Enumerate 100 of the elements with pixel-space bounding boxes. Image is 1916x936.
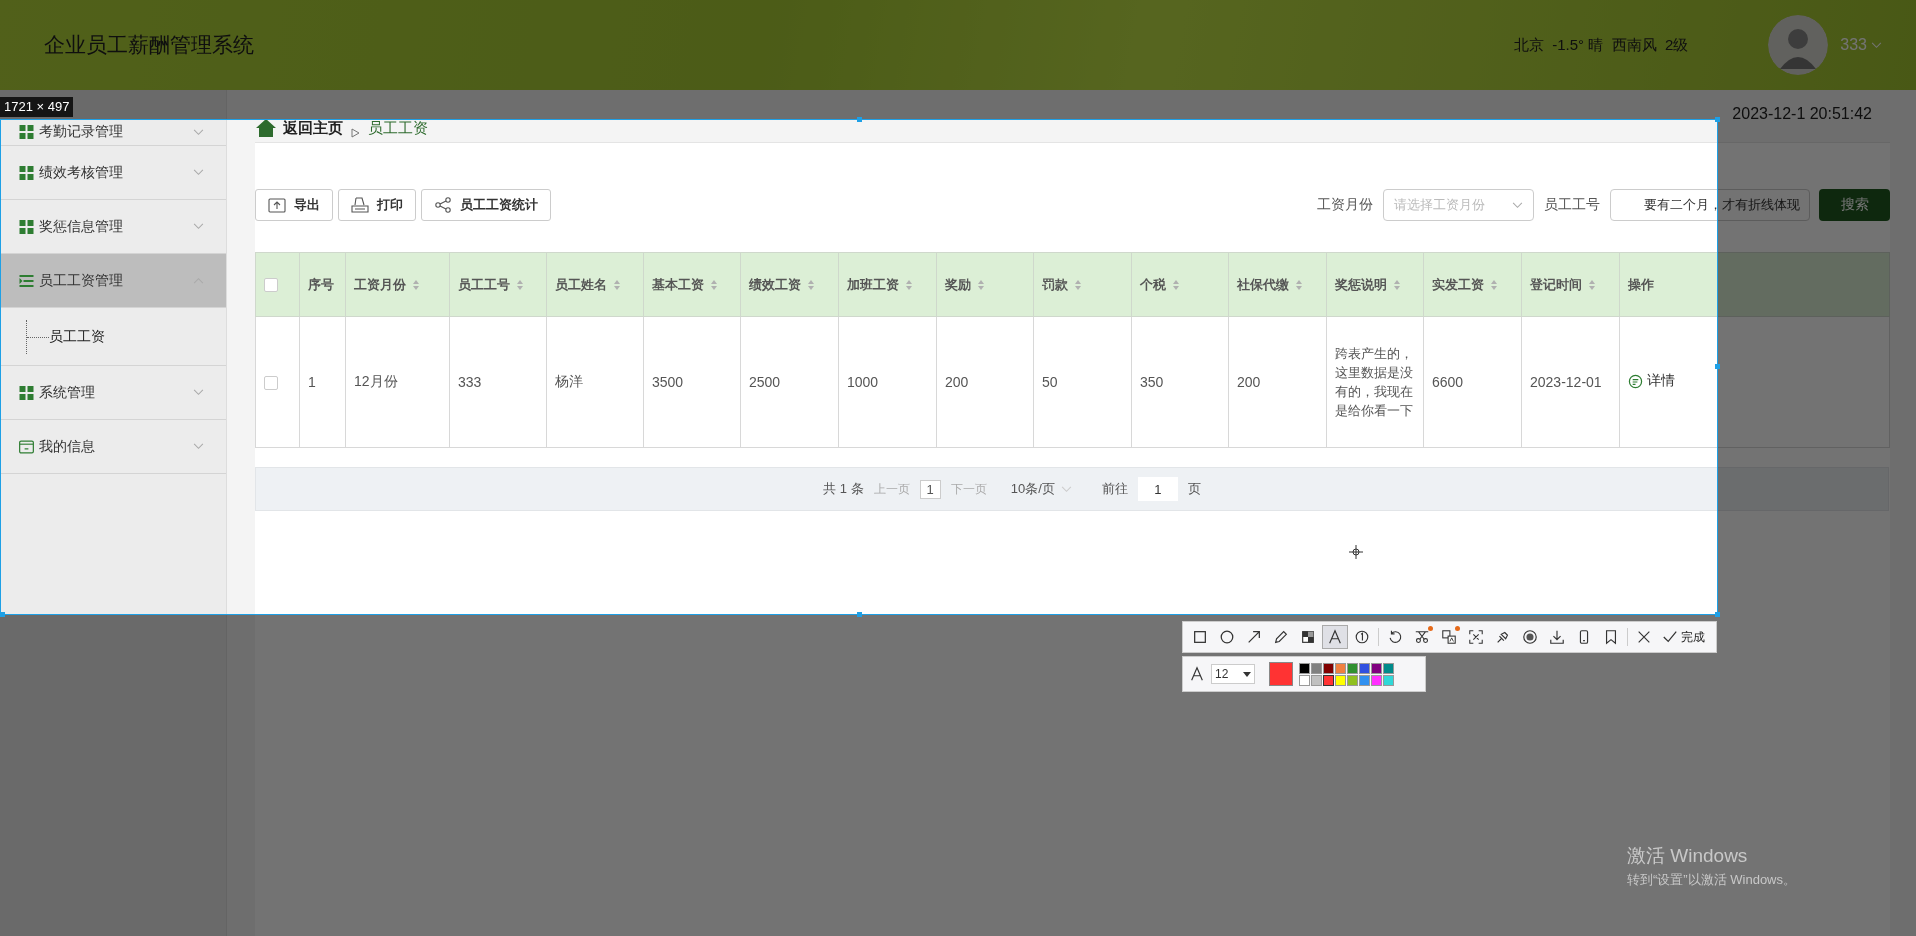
table-cell: 200 (945, 374, 969, 390)
font-size-select[interactable]: 12 (1211, 664, 1255, 684)
color-swatch[interactable] (1311, 662, 1322, 674)
color-swatch[interactable] (1359, 662, 1370, 674)
table-cell: 3500 (652, 374, 684, 390)
resize-handle[interactable] (1715, 364, 1720, 369)
color-swatch[interactable] (1347, 662, 1358, 674)
sort-icon[interactable] (1588, 278, 1596, 291)
employee-id-field[interactable]: 要有二个月，才有折线体现 (1610, 189, 1810, 221)
sidebar-item[interactable]: 考勤记录管理 (0, 119, 226, 146)
grid-icon (19, 125, 34, 139)
current-color-swatch[interactable] (1269, 662, 1293, 686)
avatar[interactable] (1768, 15, 1829, 75)
activation-text: 转到“设置”以激活 Windows。 (1627, 871, 1796, 889)
check-icon (1662, 629, 1678, 645)
scan-icon (1468, 629, 1484, 645)
toolbar-button[interactable]: 员工工资统计 (421, 189, 551, 221)
bookmark-icon (1603, 629, 1619, 645)
color-swatch[interactable] (1299, 674, 1310, 686)
datetime-text: 2023-12-1 20:51:42 (1732, 105, 1872, 123)
sidebar-item[interactable]: 员工工资管理 (0, 254, 226, 308)
close-icon (1636, 629, 1652, 645)
record-icon (1522, 629, 1538, 645)
sort-icon[interactable] (613, 278, 621, 291)
table-cell: 1000 (847, 374, 879, 390)
table-cell: 跨表产生的，这里数据是没有的，我现在是给你看一下 (1335, 346, 1413, 418)
scissors-icon (1414, 629, 1430, 645)
sort-icon[interactable] (905, 278, 913, 291)
toolbar-button[interactable]: 导出 (255, 189, 333, 221)
details-link[interactable]: 详情 (1628, 372, 1675, 391)
app-title: 企业员工薪酬管理系统 (44, 32, 255, 58)
weather-text: 北京 -1.5° 晴 西南风 2级 (1513, 35, 1689, 55)
sort-icon[interactable] (1172, 278, 1180, 291)
checkbox[interactable] (264, 376, 278, 391)
arrow-icon (1246, 629, 1262, 645)
color-swatch[interactable] (1323, 674, 1334, 686)
breadcrumb-link[interactable]: 返回主页 (283, 119, 343, 138)
resize-handle[interactable] (857, 117, 862, 122)
chevron-down-icon (1871, 41, 1882, 49)
sort-icon[interactable] (710, 278, 718, 291)
sort-icon[interactable] (1295, 278, 1303, 291)
grid-icon (19, 165, 34, 180)
color-swatch[interactable] (1383, 674, 1394, 686)
resize-handle[interactable] (857, 612, 862, 617)
table-cell: 2023-12-01 (1530, 374, 1602, 390)
mosaic-icon (1300, 629, 1316, 645)
submenu-item[interactable]: 员工工资 (49, 327, 105, 346)
sidebar-item[interactable]: 绩效考核管理 (0, 146, 226, 200)
filter-label: 员工工号 (1544, 196, 1600, 214)
sort-icon[interactable] (807, 278, 815, 291)
page-unit-label: 页 (1187, 480, 1201, 498)
checkbox[interactable] (264, 278, 278, 293)
table-cell: 350 (1140, 374, 1164, 390)
color-swatch[interactable] (1299, 662, 1310, 674)
page-number[interactable]: 1 (919, 479, 941, 499)
column-header: 序号 (308, 275, 335, 294)
color-swatch[interactable] (1335, 674, 1346, 686)
chevron-down-icon (193, 443, 204, 450)
home-icon[interactable] (255, 118, 277, 138)
color-swatch[interactable] (1359, 674, 1370, 686)
done-button[interactable]: 完成 (1658, 628, 1709, 646)
color-swatch[interactable] (1347, 674, 1358, 686)
sidebar-item[interactable]: 我的信息 (0, 420, 226, 474)
color-swatch[interactable] (1371, 674, 1382, 686)
color-swatch[interactable] (1371, 662, 1382, 674)
tool-button[interactable] (1322, 625, 1348, 649)
grid-icon (19, 219, 34, 234)
rectangle-icon (1192, 629, 1208, 645)
table-cell: 333 (458, 374, 482, 390)
sort-icon[interactable] (1490, 278, 1498, 291)
table-cell: 12月份 (354, 373, 398, 389)
resize-handle[interactable] (1715, 612, 1720, 617)
share-icon (434, 197, 452, 213)
letter-a-icon (1327, 629, 1343, 645)
toolbar-button[interactable]: 打印 (338, 189, 416, 221)
circle-icon (1219, 629, 1235, 645)
resize-handle[interactable] (0, 612, 5, 617)
letter-a-icon (1189, 666, 1205, 682)
total-count: 共 1 条 (823, 480, 864, 498)
printer-icon (351, 197, 369, 213)
resize-handle[interactable] (1715, 117, 1720, 122)
sort-icon[interactable] (516, 278, 524, 291)
color-swatch[interactable] (1311, 674, 1322, 686)
selection-size-label: 1721 × 497 (0, 97, 74, 117)
table-cell: 50 (1042, 374, 1058, 390)
page-size-select[interactable]: 10条/页 (1010, 480, 1072, 498)
sort-icon[interactable] (977, 278, 985, 291)
sort-icon[interactable] (1074, 278, 1082, 291)
details-icon (1628, 373, 1643, 389)
color-swatch[interactable] (1383, 662, 1394, 674)
color-swatch[interactable] (1335, 662, 1346, 674)
table-cell: 200 (1237, 374, 1261, 390)
chevron-down-icon (193, 223, 204, 230)
sidebar-item[interactable]: 系统管理 (0, 366, 226, 420)
goto-page-field[interactable]: 1 (1137, 477, 1178, 501)
sort-icon[interactable] (1393, 278, 1401, 291)
sort-icon[interactable] (412, 278, 420, 291)
crosshair-icon (1349, 545, 1363, 559)
chevron-down-icon (1060, 485, 1072, 493)
color-swatch[interactable] (1323, 662, 1334, 674)
